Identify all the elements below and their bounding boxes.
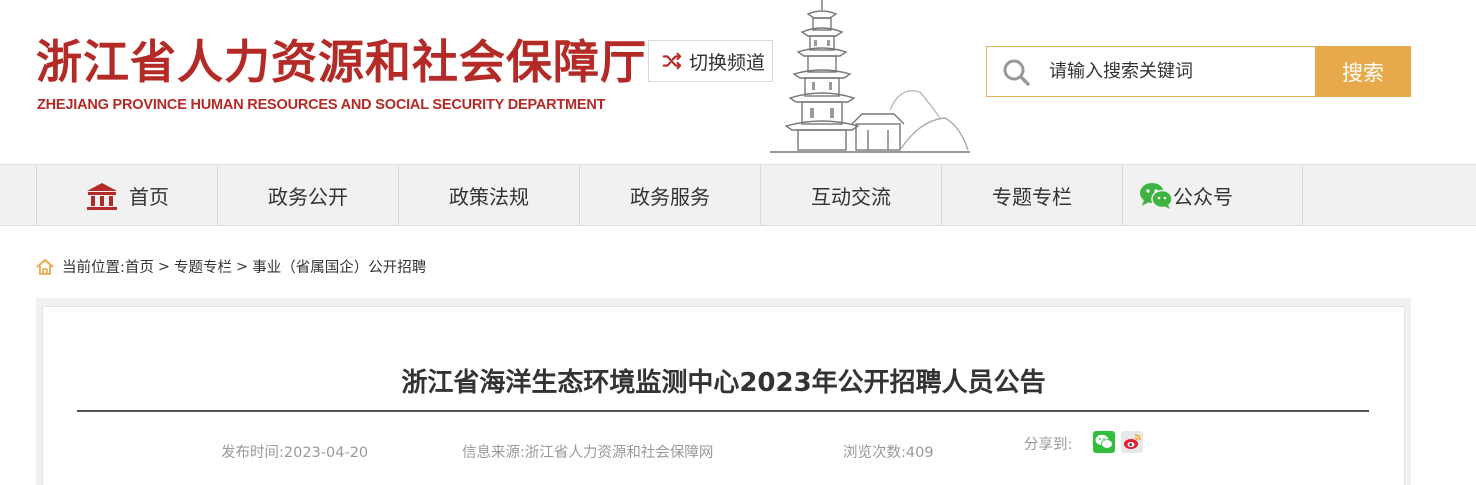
search-icon [1003, 59, 1030, 86]
shuffle-icon [662, 52, 682, 70]
wechat-share-icon[interactable] [1093, 431, 1115, 453]
search-button[interactable]: 搜索 [1315, 46, 1411, 97]
main-nav: 首页 政务公开 政策法规 政务服务 互动交流 专题专栏 公众号 [0, 164, 1476, 226]
breadcrumb-separator: > [157, 258, 171, 275]
home-icon [87, 182, 117, 210]
share-label: 分享到: [1024, 437, 1073, 453]
nav-item-government-affairs[interactable]: 政务公开 [217, 165, 398, 226]
nav-item-label: 政策法规 [449, 185, 529, 209]
nav-item-label: 公众号 [1173, 185, 1233, 209]
publish-time: 发布时间:2023-04-20 [221, 445, 369, 461]
nav-item-interaction[interactable]: 互动交流 [760, 165, 941, 226]
switch-channel-label: 切换频道 [689, 51, 766, 74]
switch-channel-button[interactable]: 切换频道 [648, 40, 773, 82]
site-subtitle: ZHEJIANG PROVINCE HUMAN RESOURCES AND SO… [37, 97, 606, 113]
weibo-share-icon[interactable] [1121, 431, 1143, 453]
nav-item-label: 政务公开 [268, 185, 348, 209]
pagoda-illustration [770, 0, 970, 153]
nav-item-topics[interactable]: 专题专栏 [941, 165, 1122, 226]
breadcrumb-link-home[interactable]: 首页 [125, 256, 154, 277]
search-input[interactable] [1049, 61, 1299, 82]
breadcrumb-prefix: 当前位置: [62, 260, 125, 276]
nav-item-services[interactable]: 政务服务 [579, 165, 760, 226]
nav-item-label: 首页 [129, 185, 169, 209]
breadcrumb-link-topics[interactable]: 专题专栏 [174, 256, 232, 277]
title-divider [77, 410, 1369, 412]
nav-item-label: 互动交流 [811, 185, 891, 209]
nav-item-label: 专题专栏 [992, 185, 1072, 209]
site-header: 浙江省人力资源和社会保障厅 ZHEJIANG PROVINCE HUMAN RE… [0, 0, 1476, 164]
nav-item-public-account[interactable]: 公众号 [1122, 165, 1303, 226]
article-title: 浙江省海洋生态环境监测中心2023年公开招聘人员公告 [401, 368, 1046, 398]
breadcrumb-separator: > [236, 258, 249, 275]
breadcrumb: 当前位置: 首页 > 专题专栏 > 事业（省属国企）公开招聘 [36, 256, 426, 277]
search-box [986, 46, 1316, 97]
nav-item-policies[interactable]: 政策法规 [398, 165, 579, 226]
site-title[interactable]: 浙江省人力资源和社会保障厅 [36, 26, 647, 92]
view-count: 浏览次数:409 [843, 445, 934, 461]
wechat-icon [1140, 182, 1173, 209]
nav-item-home[interactable]: 首页 [36, 165, 217, 226]
home-outline-icon [36, 258, 54, 275]
nav-item-label: 政务服务 [630, 185, 710, 209]
breadcrumb-link-recruitment[interactable]: 事业（省属国企）公开招聘 [252, 256, 426, 277]
info-source: 信息来源:浙江省人力资源和社会保障网 [462, 445, 714, 461]
